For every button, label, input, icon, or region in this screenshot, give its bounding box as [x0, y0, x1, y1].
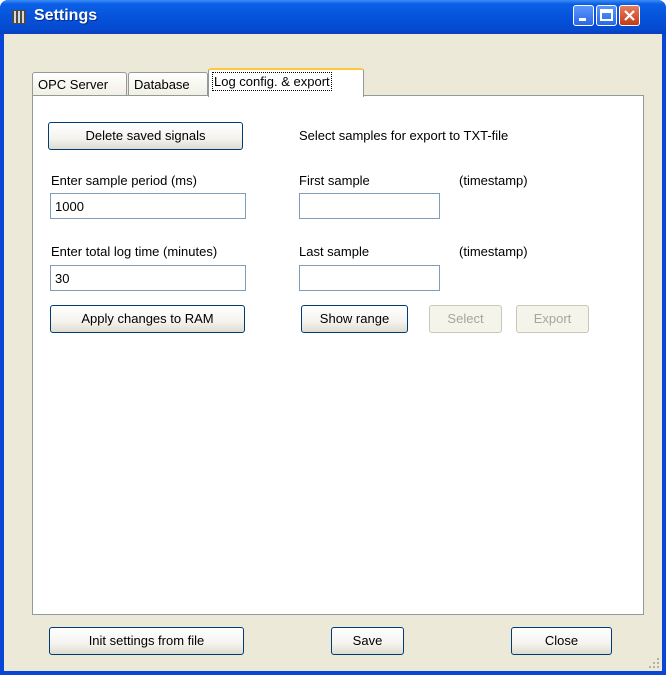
first-sample-input[interactable] [299, 193, 440, 219]
title-bar[interactable]: Settings [0, 0, 666, 34]
first-sample-hint: (timestamp) [459, 173, 528, 188]
save-button[interactable]: Save [331, 627, 404, 655]
export-heading: Select samples for export to TXT-file [299, 128, 509, 143]
close-button[interactable]: Close [511, 627, 612, 655]
tab-label: OPC Server [38, 77, 109, 92]
tab-log-config-export[interactable]: Log config. & export [208, 68, 364, 97]
maximize-icon [600, 9, 613, 21]
apply-changes-button[interactable]: Apply changes to RAM [50, 305, 245, 333]
sample-period-input[interactable] [50, 193, 246, 219]
show-range-button[interactable]: Show range [301, 305, 408, 333]
tab-database[interactable]: Database [128, 72, 208, 96]
close-icon [624, 10, 635, 21]
maximize-button[interactable] [596, 5, 617, 26]
minimize-icon [579, 18, 586, 21]
tab-label: Log config. & export [212, 72, 332, 91]
tab-opc-server[interactable]: OPC Server [32, 72, 127, 96]
last-sample-label: Last sample [299, 244, 370, 259]
sample-period-label: Enter sample period (ms) [51, 173, 197, 188]
init-settings-button[interactable]: Init settings from file [49, 627, 244, 655]
last-sample-input[interactable] [299, 265, 440, 291]
last-sample-hint: (timestamp) [459, 244, 528, 259]
first-sample-label: First sample [299, 173, 370, 188]
tab-label: Database [134, 77, 190, 92]
export-button[interactable]: Export [516, 305, 589, 333]
app-icon [10, 8, 28, 26]
window-title: Settings [34, 7, 98, 24]
delete-saved-signals-button[interactable]: Delete saved signals [48, 122, 243, 150]
resize-grip-icon[interactable] [648, 657, 660, 669]
log-config-panel: Delete saved signals Select samples for … [32, 95, 644, 615]
settings-window: Settings OPC Server Database Log config.… [0, 0, 666, 675]
minimize-button[interactable] [573, 5, 594, 26]
close-window-button[interactable] [619, 5, 640, 26]
total-log-time-label: Enter total log time (minutes) [51, 244, 218, 259]
select-button[interactable]: Select [429, 305, 502, 333]
total-log-time-input[interactable] [50, 265, 246, 291]
